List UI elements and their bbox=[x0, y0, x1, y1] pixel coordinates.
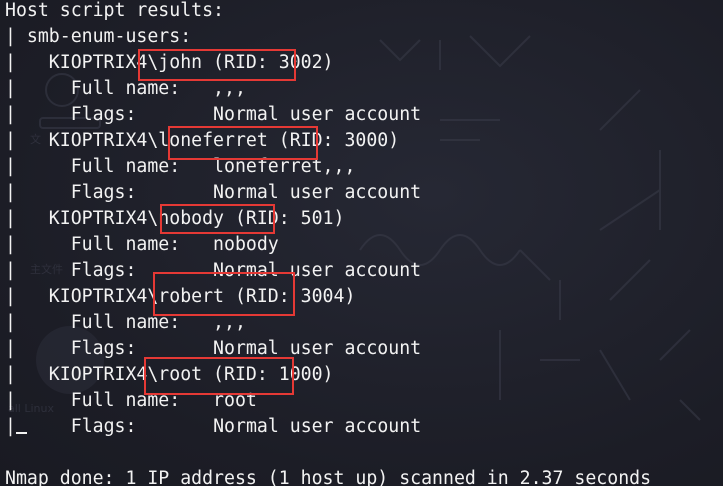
text-cursor bbox=[15, 432, 27, 434]
terminal-line: Host script results: bbox=[5, 0, 224, 21]
highlight-box-loneferret bbox=[168, 126, 318, 160]
terminal-line-summary: Nmap done: 1 IP address (1 host up) scan… bbox=[5, 468, 652, 486]
terminal-window[interactable]: 文 主文件 all Linux Host script results: | s… bbox=[0, 0, 723, 486]
highlight-box-root bbox=[144, 357, 294, 395]
highlight-box-nobody bbox=[160, 204, 275, 234]
highlight-box-robert bbox=[153, 272, 295, 316]
terminal-line: | smb-enum-users: bbox=[5, 26, 192, 47]
highlight-box-john bbox=[138, 49, 296, 81]
terminal-line-last: | Flags: Normal user account bbox=[5, 414, 421, 440]
line-prefix: | bbox=[5, 416, 16, 437]
terminal-line: | Flags: Normal user account bbox=[5, 182, 422, 203]
terminal-line: | Full name: nobody bbox=[5, 234, 279, 255]
line-rest: Flags: Normal user account bbox=[26, 416, 422, 437]
terminal-line: | Flags: Normal user account bbox=[5, 104, 422, 125]
